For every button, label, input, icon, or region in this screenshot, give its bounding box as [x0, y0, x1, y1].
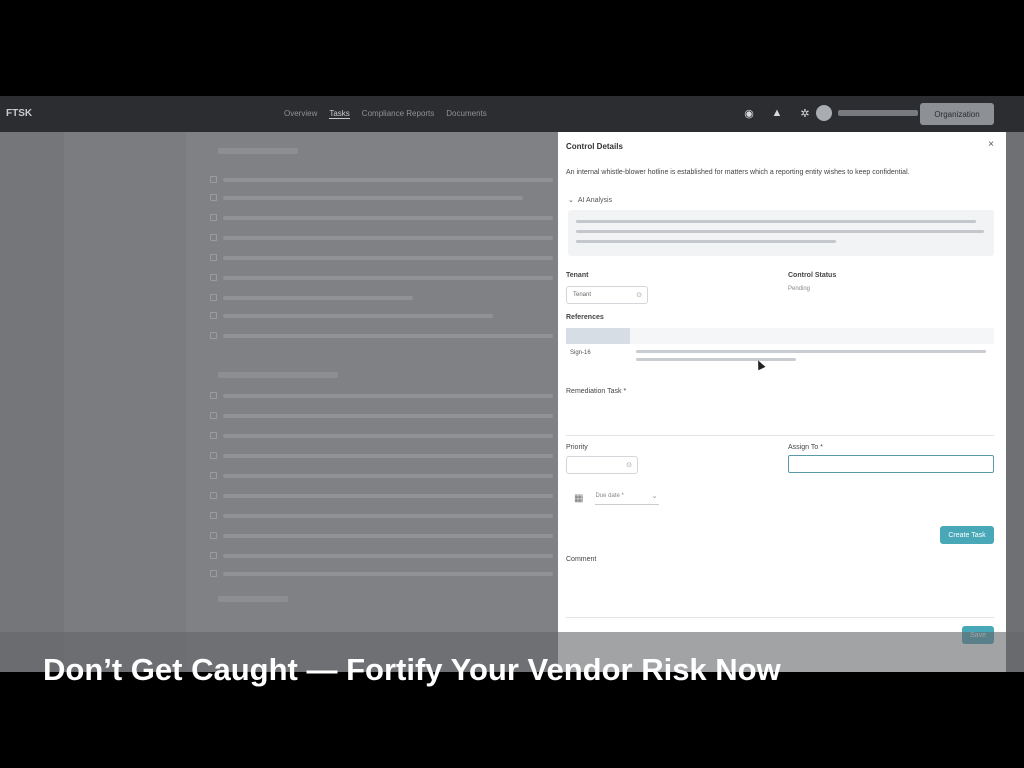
user-name-placeholder	[838, 110, 918, 116]
control-status-label: Control Status	[788, 272, 837, 279]
bg-section-heading	[218, 148, 298, 154]
bg-list-row	[210, 432, 553, 439]
bg-list-row	[210, 412, 553, 419]
priority-select[interactable]: ⊙	[566, 456, 638, 474]
bg-list-row	[210, 570, 553, 577]
chevron-down-icon: ⊙	[636, 292, 642, 299]
video-caption: Don’t Get Caught — Fortify Your Vendor R…	[43, 652, 781, 687]
bg-list-row	[210, 214, 553, 221]
bg-list-row	[210, 552, 553, 559]
nav-item-documents[interactable]: Documents	[446, 109, 486, 119]
nav-item-compliance-reports[interactable]: Compliance Reports	[362, 109, 434, 119]
bg-list-row	[210, 392, 553, 399]
ai-analysis-toggle[interactable]: ⌄ AI Analysis	[568, 196, 613, 205]
bg-list-row	[210, 452, 553, 459]
bg-list-row	[210, 176, 553, 183]
nav-item-tasks[interactable]: Tasks	[329, 109, 350, 119]
control-status-value: Pending	[788, 286, 811, 292]
bg-list-row	[210, 294, 413, 301]
tenant-select[interactable]: Tenant ⊙	[566, 286, 648, 304]
ai-analysis-box	[568, 210, 994, 256]
bg-list-row	[210, 472, 553, 479]
bg-list-row	[210, 332, 553, 339]
bg-section-heading	[218, 596, 288, 602]
bg-list-row	[210, 492, 553, 499]
chevron-down-icon: ⌄	[568, 197, 574, 204]
tenant-label: Tenant	[566, 272, 589, 279]
remediation-task-input[interactable]	[566, 400, 994, 436]
control-details-panel: Control Details × An internal whistle-bl…	[558, 132, 1006, 672]
app-topbar: FTSK Overview Tasks Compliance Reports D…	[0, 96, 1024, 132]
reference-id: Sign-16	[570, 350, 591, 356]
ai-analysis-label: AI Analysis	[577, 196, 613, 204]
close-icon[interactable]: ×	[988, 139, 994, 150]
bg-list-row	[210, 194, 523, 201]
chevron-down-icon: ⌄	[651, 493, 658, 500]
bell-icon[interactable]: ▲	[770, 106, 784, 120]
table-row: Sign-16	[566, 346, 994, 372]
topbar-icons: ◉ ▲ ✲	[742, 106, 812, 120]
nav-item-overview[interactable]: Overview	[284, 109, 317, 119]
top-nav: Overview Tasks Compliance Reports Docume…	[284, 109, 487, 119]
references-label: References	[566, 314, 604, 321]
comment-label: Comment	[566, 556, 597, 563]
assign-to-label: Assign To *	[788, 444, 823, 451]
bg-list-row	[210, 274, 553, 281]
user-menu[interactable]	[816, 105, 918, 121]
create-task-button[interactable]: Create Task	[940, 526, 994, 544]
eye-icon[interactable]: ◉	[742, 106, 756, 120]
background-content	[186, 132, 560, 672]
bg-list-row	[210, 312, 493, 319]
due-date-row: ▦ Due date * ⌄	[574, 491, 660, 505]
priority-label: Priority	[566, 444, 588, 451]
tenant-value: Tenant	[573, 292, 592, 298]
chevron-down-icon: ⊙	[626, 462, 632, 469]
bg-list-row	[210, 234, 553, 241]
panel-title: Control Details	[566, 142, 623, 151]
references-table: Sign-16	[566, 328, 994, 374]
organization-button[interactable]: Organization	[920, 103, 994, 125]
bg-section-heading	[218, 372, 338, 378]
due-date-select[interactable]: Due date * ⌄	[595, 491, 660, 505]
avatar	[816, 105, 832, 121]
calendar-icon[interactable]: ▦	[574, 493, 583, 504]
assign-to-input[interactable]	[788, 455, 994, 473]
bg-list-row	[210, 254, 553, 261]
bg-list-row	[210, 532, 553, 539]
due-date-label: Due date *	[595, 493, 624, 499]
control-description: An internal whistle-blower hotline is es…	[566, 169, 910, 176]
background-page	[0, 132, 560, 672]
video-frame: FTSK Overview Tasks Compliance Reports D…	[0, 96, 1024, 672]
app-brand: FTSK	[6, 108, 33, 119]
background-sidebar	[0, 132, 64, 672]
remediation-task-label: Remediation Task *	[566, 388, 627, 395]
references-table-header	[566, 328, 994, 344]
comment-input[interactable]	[566, 568, 994, 618]
bg-list-row	[210, 512, 553, 519]
gear-icon[interactable]: ✲	[798, 106, 812, 120]
